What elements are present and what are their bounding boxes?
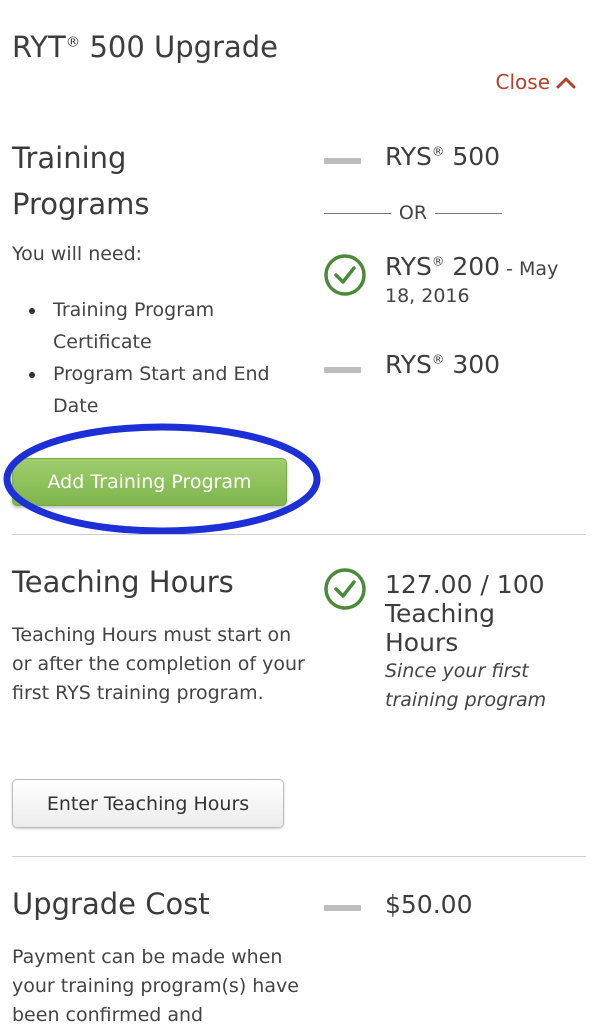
rys-200-item: RYS® 200 - May 18, 2016	[385, 252, 590, 307]
rys-500-label: RYS® 500	[385, 142, 501, 171]
annotation-ellipse	[3, 423, 321, 535]
dash-icon	[324, 158, 361, 164]
dash-icon	[324, 367, 361, 373]
teaching-hours-status: 127.00 / 100 Teaching Hours Since your f…	[385, 570, 590, 715]
cost-description: Payment can be made when your training p…	[12, 946, 299, 1026]
need-label: You will need:	[12, 243, 143, 265]
or-label: OR	[398, 202, 428, 224]
teaching-heading: Teaching Hours	[12, 565, 234, 599]
rys-300-label: RYS® 300	[385, 350, 501, 379]
requirement-dates: Program Start and End Date	[12, 358, 292, 422]
hours-value: 127.00 / 100	[385, 570, 545, 599]
check-circle-icon	[324, 254, 366, 296]
section-divider	[12, 534, 586, 535]
training-heading: Training Programs	[12, 141, 150, 221]
requirements-list: Training Program Certificate Program Sta…	[12, 294, 292, 422]
rys-200-date: 18, 2016	[385, 285, 470, 307]
check-circle-icon	[324, 568, 366, 610]
requirement-certificate: Training Program Certificate	[12, 294, 292, 358]
enter-teaching-hours-button[interactable]: Enter Teaching Hours	[12, 779, 284, 828]
dash-icon	[324, 905, 361, 911]
close-button[interactable]: Close	[496, 70, 576, 94]
cost-amount: $50.00	[385, 890, 473, 919]
page-title: RYT® 500 Upgrade	[12, 30, 279, 64]
or-separator: OR	[324, 202, 503, 224]
hours-since-note: Since your first	[385, 660, 529, 682]
chevron-up-icon	[556, 77, 576, 89]
close-label: Close	[495, 70, 550, 94]
section-divider	[12, 856, 586, 857]
rys-200-label: RYS® 200	[385, 252, 501, 281]
cost-heading: Upgrade Cost	[12, 887, 210, 921]
teaching-description: Teaching Hours must start on or after th…	[12, 624, 305, 704]
